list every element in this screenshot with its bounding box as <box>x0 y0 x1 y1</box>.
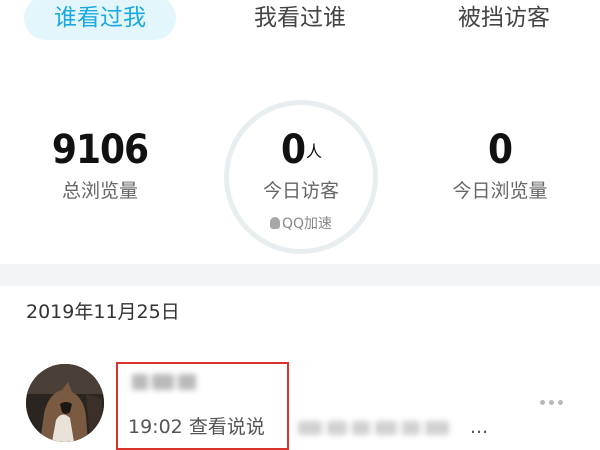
today-visitors-value: 0人 <box>224 126 378 174</box>
visitor-avatar[interactable] <box>26 364 104 442</box>
today-visitors-unit: 人 <box>306 142 322 161</box>
section-divider <box>0 264 600 286</box>
today-visitors-number: 0 <box>280 127 306 173</box>
tab-blocked-visitors[interactable]: 被挡访客 <box>424 0 584 40</box>
today-views-value: 0 <box>487 127 513 173</box>
today-views-stat: 0 今日浏览量 <box>420 126 580 204</box>
today-visitors-stat[interactable]: 0人 今日访客 <box>224 126 378 204</box>
visit-content-blurred <box>298 420 468 436</box>
visitor-list-item[interactable]: 19:02 查看说说 ... <box>0 352 600 450</box>
visit-date-header: 2019年11月25日 <box>26 301 180 323</box>
tab-who-i-viewed[interactable]: 我看过谁 <box>220 0 380 40</box>
visit-content-ellipsis: ... <box>470 416 489 438</box>
more-dots-icon[interactable] <box>540 390 570 410</box>
today-views-label: 今日浏览量 <box>452 180 548 202</box>
tab-who-viewed-me[interactable]: 谁看过我 <box>24 0 176 40</box>
qq-penguin-icon <box>269 217 280 229</box>
today-visitors-label: 今日访客 <box>262 180 339 202</box>
stats-panel: 9106 总浏览量 0人 今日访客 QQ加速 0 今日浏览量 <box>0 46 600 264</box>
highlight-box <box>116 362 289 450</box>
visitor-tabs: 谁看过我 我看过谁 被挡访客 <box>0 0 600 46</box>
total-views-stat: 9106 总浏览量 <box>20 126 180 204</box>
qq-speedup-text: QQ加速 <box>281 216 333 232</box>
qq-speedup-badge: QQ加速 <box>261 212 341 236</box>
total-views-label: 总浏览量 <box>61 180 138 202</box>
total-views-value: 9106 <box>51 127 149 173</box>
